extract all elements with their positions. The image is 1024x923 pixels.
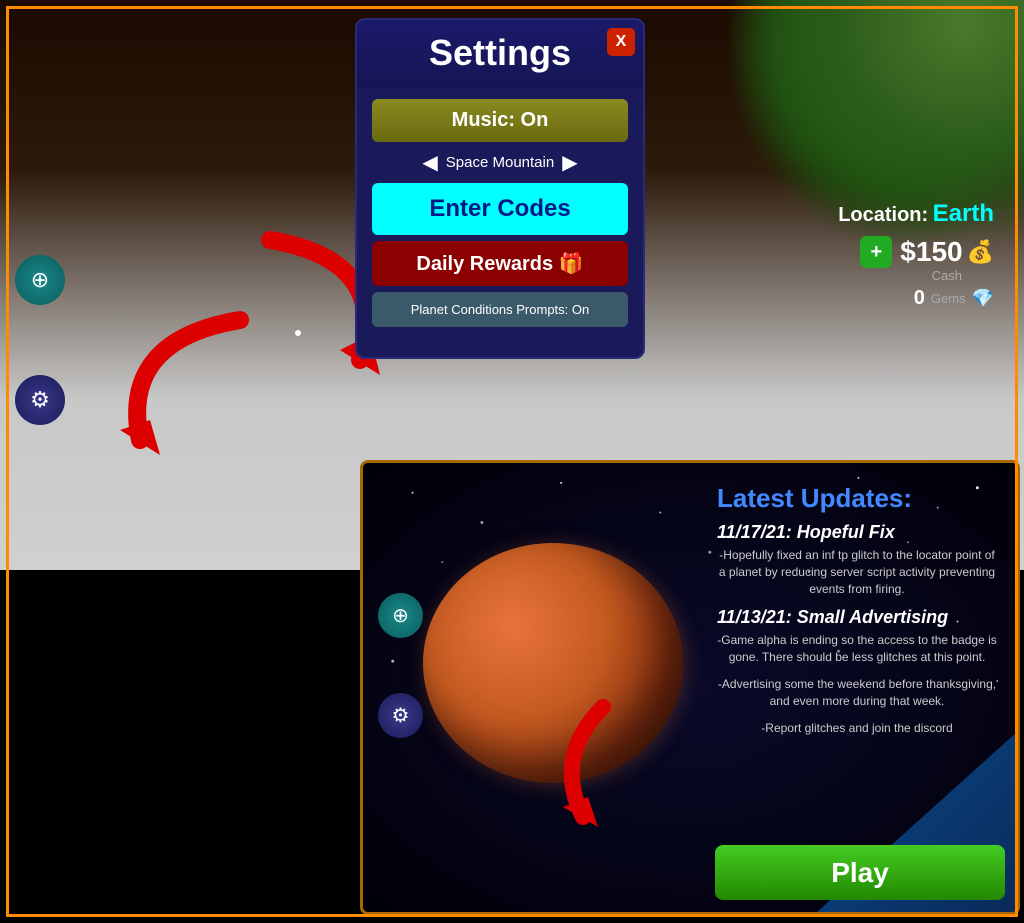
update2-text2: -Advertising some the weekend before tha… — [717, 676, 997, 710]
update2-text1: -Game alpha is ending so the access to t… — [717, 632, 997, 666]
globe-icon-bottom: ⊕ — [392, 603, 409, 628]
update1-date: 11/17/21: Hopeful Fix — [717, 522, 997, 543]
update2-date: 11/13/21: Small Advertising — [717, 607, 997, 628]
gear-button-bottom[interactable]: ⚙ — [378, 693, 423, 738]
daily-rewards-button[interactable]: Daily Rewards 🎁 — [372, 241, 628, 286]
bottom-red-arrow — [523, 697, 643, 832]
cursor — [295, 330, 301, 336]
updates-title: Latest Updates: — [717, 483, 997, 514]
globe-button-top[interactable]: ⊕ — [15, 255, 65, 305]
update1-text: -Hopefully fixed an inf tp glitch to the… — [717, 547, 997, 597]
gear-icon-bottom: ⚙ — [392, 703, 410, 728]
track-name: Space Mountain — [446, 154, 554, 171]
track-prev-button[interactable]: ◀ — [422, 150, 437, 175]
track-row: ◀ Space Mountain ▶ — [372, 148, 628, 177]
cash-amount: $150 — [900, 236, 962, 268]
enter-codes-button[interactable]: Enter Codes — [372, 183, 628, 235]
gear-button-top[interactable]: ⚙ — [15, 375, 65, 425]
gems-count: 0 — [914, 287, 925, 310]
red-arrow-left — [60, 300, 260, 460]
cash-label-row: Cash — [838, 268, 994, 283]
music-button[interactable]: Music: On — [372, 99, 628, 142]
planet-conditions-button[interactable]: Planet Conditions Prompts: On — [372, 292, 628, 327]
cash-icon: 💰 — [967, 239, 994, 265]
update2-text3: -Report glitches and join the discord — [717, 720, 997, 737]
gear-icon: ⚙ — [30, 387, 50, 413]
globe-icon: ⊕ — [31, 267, 49, 293]
gems-label: Gems — [931, 291, 966, 306]
settings-title: Settings — [429, 32, 571, 73]
location-panel: Location: Earth + $150 💰 Cash 0 Gems 💎 — [838, 200, 994, 310]
play-button[interactable]: Play — [715, 845, 1005, 900]
updates-panel: Latest Updates: 11/17/21: Hopeful Fix -H… — [707, 473, 1007, 756]
currency-row: + $150 💰 — [838, 236, 994, 268]
globe-button-bottom[interactable]: ⊕ — [378, 593, 423, 638]
settings-header: Settings X — [357, 20, 643, 89]
bottom-panel: ⊕ ⚙ Latest Updates: 11/17/21: Hopeful Fi… — [360, 460, 1020, 915]
add-cash-button[interactable]: + — [860, 236, 892, 268]
gems-icon: 💎 — [972, 288, 994, 309]
location-name: Earth — [933, 200, 994, 227]
cash-display: $150 💰 — [900, 236, 994, 268]
location-label: Location: — [838, 204, 928, 226]
settings-panel: Settings X Music: On ◀ Space Mountain ▶ … — [355, 18, 645, 359]
close-button[interactable]: X — [607, 28, 635, 56]
gems-row: 0 Gems 💎 — [838, 287, 994, 310]
track-next-button[interactable]: ▶ — [562, 150, 577, 175]
settings-body: Music: On ◀ Space Mountain ▶ Enter Codes… — [357, 89, 643, 337]
